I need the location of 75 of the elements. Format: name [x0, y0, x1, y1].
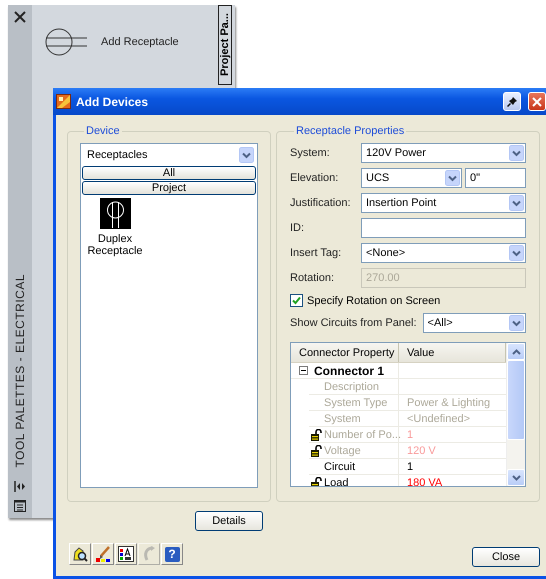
property-value: 1 [407, 428, 414, 440]
palette-title: TOOL PALETTES - ELECTRICAL [13, 274, 27, 467]
filter-button[interactable]: Project [82, 181, 256, 195]
checkbox-label: Specify Rotation on Screen [307, 294, 440, 306]
chevron-down-icon [512, 474, 520, 480]
collapse-icon[interactable] [299, 366, 308, 375]
window-title: Add Devices [76, 94, 148, 108]
chevron-down-icon [509, 145, 524, 161]
field-label: Insert Tag: [290, 247, 342, 259]
check-icon [292, 296, 301, 305]
chevron-down-icon [445, 170, 460, 186]
chevron-down-icon [509, 315, 524, 331]
close-button[interactable] [528, 92, 546, 111]
property-value: 120 V [407, 444, 436, 456]
browse-button[interactable] [69, 543, 91, 565]
receptacle-symbol-icon [100, 198, 130, 229]
field-label: Rotation: [290, 272, 336, 284]
close-icon [532, 96, 542, 106]
scroll-thumb[interactable] [507, 360, 525, 440]
tile-icon [56, 94, 71, 109]
close-icon[interactable] [14, 11, 26, 23]
pin-button[interactable] [503, 92, 521, 111]
chevron-down-icon [239, 147, 254, 163]
magnifier-icon [72, 546, 88, 562]
field-label: Show Circuits from Panel: [290, 317, 417, 329]
lock-icon[interactable] [311, 476, 323, 486]
close-button[interactable]: Close [472, 547, 540, 567]
property-name: Number of Po... [324, 428, 402, 440]
dropdown[interactable]: <None> [361, 243, 526, 263]
curved-arrow-icon [141, 546, 157, 562]
chevron-down-icon [509, 195, 524, 211]
chevron-up-icon [512, 348, 520, 354]
column-header[interactable]: Connector Property [291, 343, 399, 362]
pin-icon [506, 96, 518, 107]
property-name: Circuit [324, 460, 356, 472]
swatch-grid-icon [118, 546, 134, 562]
field-label: ID: [290, 222, 306, 234]
property-name: Load [324, 476, 348, 486]
property-name: Voltage [324, 444, 361, 456]
property-value: Power & Lighting [407, 396, 490, 408]
category-label: Connector 1 [314, 364, 384, 378]
field-label: Elevation: [290, 172, 340, 184]
property-name: System [324, 412, 361, 424]
group-title: Device [85, 125, 121, 137]
device-item[interactable]: Duplex Receptacle [88, 198, 142, 257]
style-button[interactable] [115, 543, 137, 565]
help-icon: ? [164, 546, 180, 562]
property-value: 180 VA [407, 476, 442, 486]
chevron-down-icon [509, 245, 524, 261]
field-label: Justification: [290, 197, 352, 209]
scroll-down-button[interactable] [507, 469, 525, 486]
filter-button[interactable]: All [82, 166, 256, 180]
property-value: 1 [407, 460, 414, 472]
palette-tab[interactable]: Project Pa... [218, 5, 232, 85]
dropdown[interactable]: UCS [361, 168, 462, 188]
property-value: <Undefined> [407, 412, 470, 424]
checkbox[interactable]: Specify Rotation on Screen [290, 294, 526, 307]
dropdown[interactable]: <All> [422, 313, 526, 333]
brush-icon [95, 546, 111, 562]
brush-button[interactable] [92, 543, 114, 565]
property-name: System Type [324, 396, 388, 408]
property-name: Description [324, 380, 380, 392]
field-label: System: [290, 147, 331, 159]
details-button[interactable]: Details [195, 511, 263, 531]
input-field[interactable]: 0" [465, 168, 526, 188]
arrows-icon[interactable] [14, 481, 26, 492]
dropdown[interactable]: 120V Power [361, 143, 526, 163]
help-button[interactable]: ? [161, 543, 183, 565]
group-title: Receptacle Properties [295, 125, 406, 137]
dropdown[interactable]: Insertion Point [361, 193, 526, 213]
scroll-up-button[interactable] [507, 343, 525, 360]
input-field[interactable] [361, 218, 526, 238]
list-icon[interactable] [14, 500, 26, 512]
palette-tool[interactable]: Add Receptacle [45, 28, 218, 56]
checkbox-box[interactable] [290, 294, 303, 307]
